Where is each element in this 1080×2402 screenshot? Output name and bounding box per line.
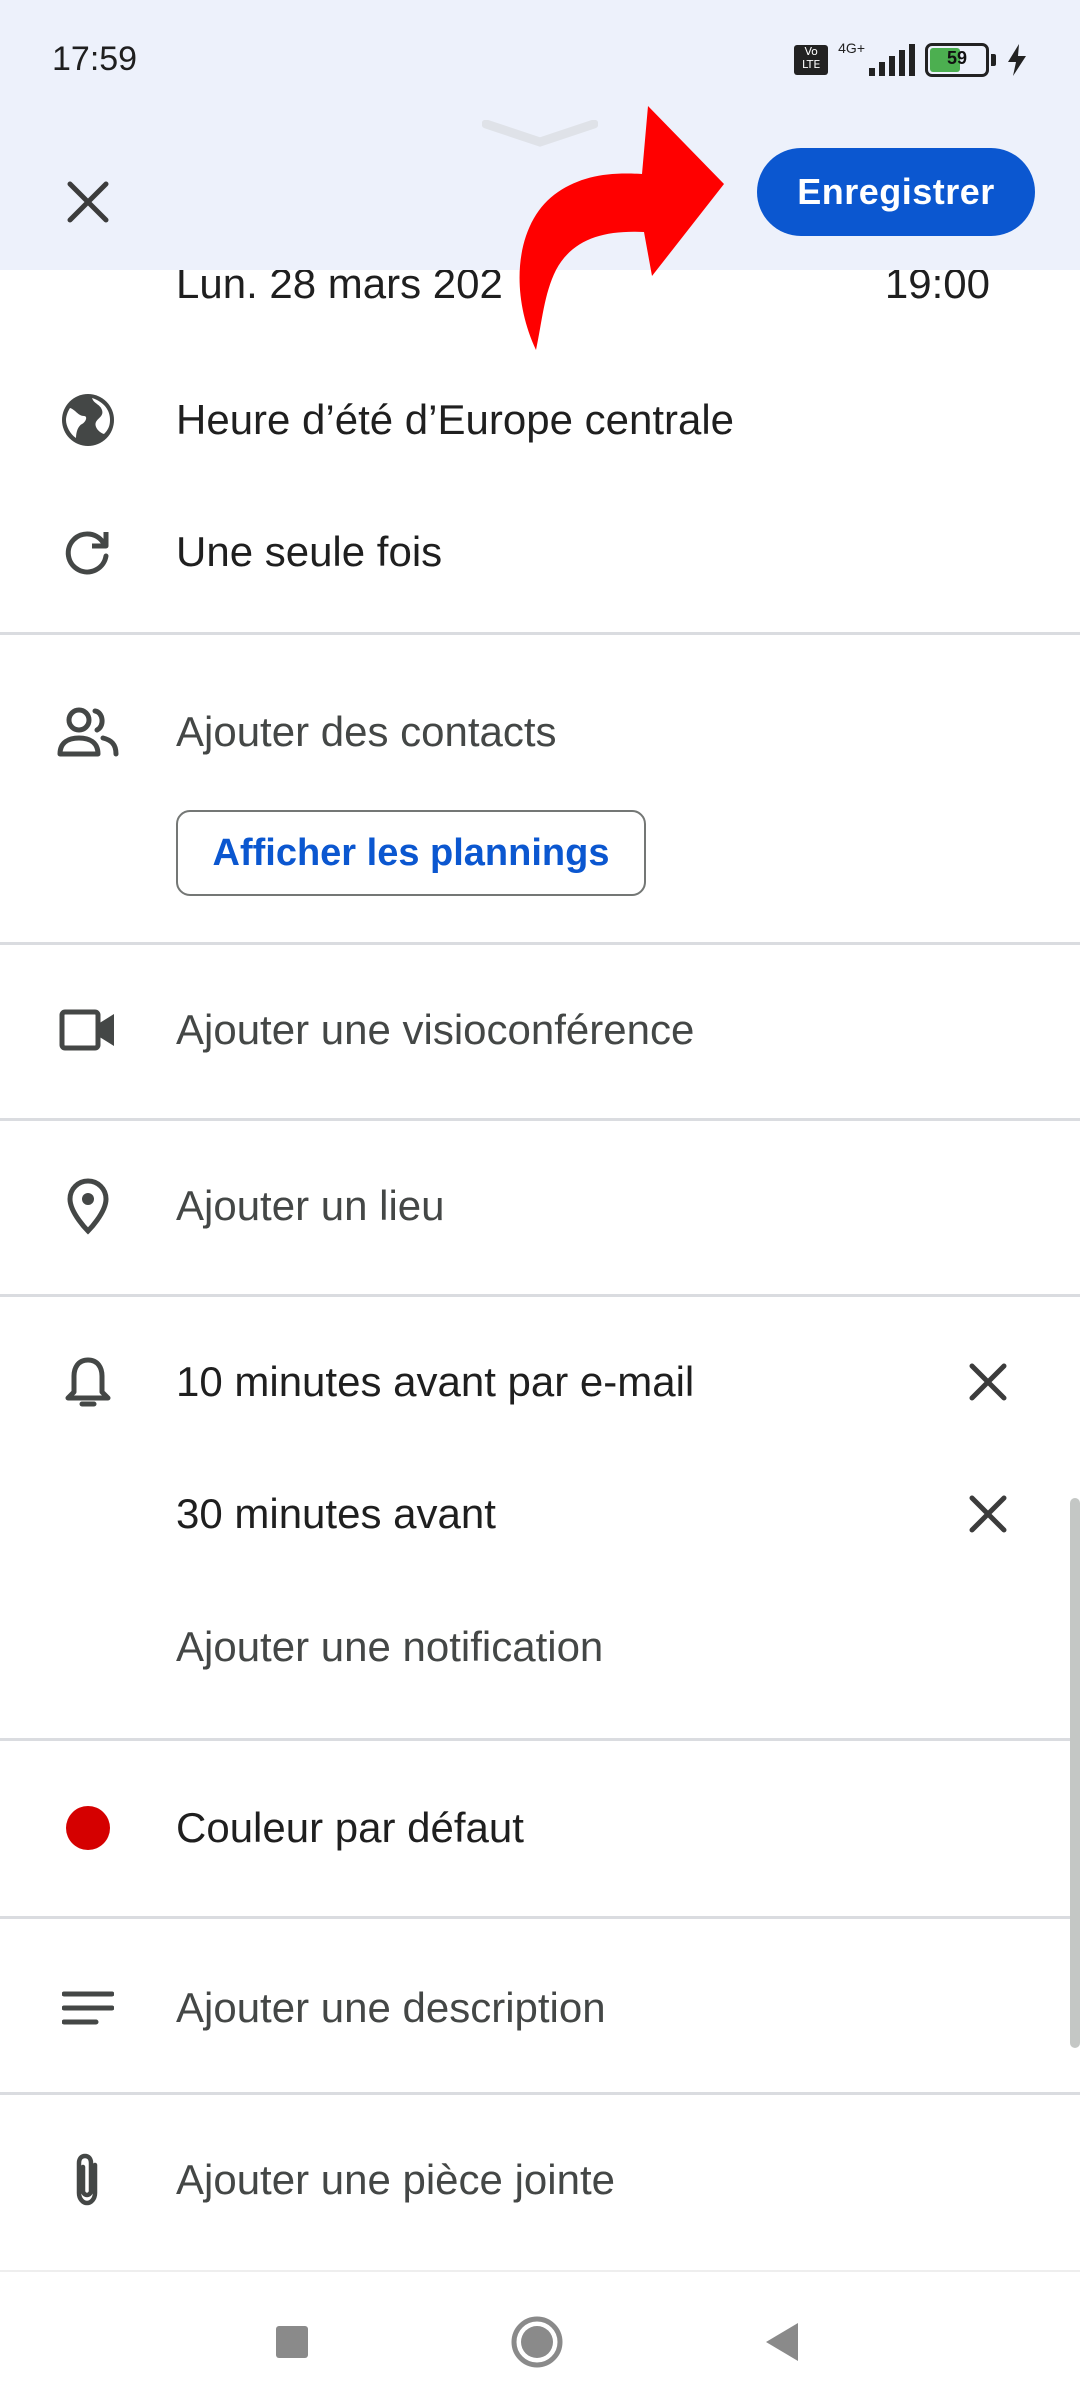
color-dot-icon bbox=[56, 1796, 120, 1860]
close-icon bbox=[969, 1363, 1007, 1401]
repeat-label: Une seule fois bbox=[176, 528, 443, 575]
color-label: Couleur par défaut bbox=[176, 1804, 524, 1851]
divider bbox=[0, 1118, 1080, 1121]
divider bbox=[0, 1916, 1080, 1919]
notes-icon bbox=[56, 1976, 120, 2040]
circle-icon bbox=[511, 2316, 563, 2368]
add-attachment-label: Ajouter une pièce jointe bbox=[176, 2156, 615, 2203]
charging-icon bbox=[1008, 44, 1026, 76]
status-bar: 17:59 Vo LTE 4G+ 59 bbox=[0, 0, 1080, 120]
event-start-row[interactable]: Lun. 28 mars 202 19:00 bbox=[0, 270, 1080, 330]
back-button[interactable] bbox=[752, 2312, 812, 2372]
remove-notification-button[interactable] bbox=[956, 1350, 1020, 1414]
battery-icon: 59 bbox=[925, 43, 989, 77]
event-date[interactable]: Lun. 28 mars 202 bbox=[176, 270, 503, 308]
volte-icon: Vo LTE bbox=[794, 45, 829, 75]
divider bbox=[0, 2092, 1080, 2095]
add-notification-label: Ajouter une notification bbox=[176, 1623, 604, 1670]
add-description-label: Ajouter une description bbox=[176, 1984, 606, 2031]
add-contacts-label: Ajouter des contacts bbox=[176, 708, 557, 755]
triangle-back-icon bbox=[766, 2323, 798, 2361]
scrollbar[interactable] bbox=[1070, 1498, 1080, 2048]
timezone-label: Heure d’été d’Europe centrale bbox=[176, 396, 735, 443]
close-icon bbox=[969, 1495, 1007, 1533]
contacts-row[interactable]: Ajouter des contacts bbox=[0, 692, 1080, 772]
timezone-row[interactable]: Heure d’été d’Europe centrale bbox=[0, 380, 1080, 460]
remove-notification-button[interactable] bbox=[956, 1482, 1020, 1546]
show-schedules-button[interactable]: Afficher les plannings bbox=[176, 810, 646, 896]
add-location-label: Ajouter un lieu bbox=[176, 1182, 445, 1229]
divider bbox=[0, 1294, 1080, 1297]
attachment-row[interactable]: Ajouter une pièce jointe bbox=[0, 2140, 1080, 2220]
notification-label: 30 minutes avant bbox=[176, 1490, 496, 1537]
video-row[interactable]: Ajouter une visioconférence bbox=[0, 990, 1080, 1070]
video-camera-icon bbox=[56, 998, 120, 1062]
paperclip-icon bbox=[56, 2148, 120, 2212]
signal-icon bbox=[869, 44, 915, 76]
location-pin-icon bbox=[56, 1174, 120, 1238]
repeat-icon bbox=[56, 520, 120, 584]
drag-handle-icon[interactable] bbox=[482, 120, 598, 150]
system-nav-bar bbox=[0, 2270, 1080, 2402]
people-icon bbox=[56, 700, 120, 764]
color-swatch bbox=[66, 1806, 110, 1850]
bell-icon bbox=[56, 1350, 120, 1414]
network-type: 4G+ bbox=[838, 40, 865, 56]
add-notification-row[interactable]: Ajouter une notification bbox=[0, 1607, 1080, 1687]
notification-row[interactable]: 30 minutes avant bbox=[0, 1474, 1080, 1554]
battery-level: 59 bbox=[946, 48, 968, 68]
event-form: Lun. 28 mars 202 19:00 Heure d’été d’Eur… bbox=[0, 270, 1080, 2270]
repeat-row[interactable]: Une seule fois bbox=[0, 512, 1080, 592]
close-button[interactable] bbox=[48, 162, 128, 242]
divider bbox=[0, 632, 1080, 635]
globe-icon bbox=[56, 388, 120, 452]
battery-tip bbox=[991, 54, 996, 66]
close-icon bbox=[67, 181, 109, 223]
description-row[interactable]: Ajouter une description bbox=[0, 1968, 1080, 2048]
square-icon bbox=[276, 2326, 308, 2358]
status-time: 17:59 bbox=[52, 40, 138, 78]
home-button[interactable] bbox=[507, 2312, 567, 2372]
location-row[interactable]: Ajouter un lieu bbox=[0, 1166, 1080, 1246]
add-video-label: Ajouter une visioconférence bbox=[176, 1006, 695, 1053]
divider bbox=[0, 1738, 1080, 1741]
recents-button[interactable] bbox=[262, 2312, 322, 2372]
notification-label: 10 minutes avant par e-mail bbox=[176, 1358, 695, 1405]
color-row[interactable]: Couleur par défaut bbox=[0, 1788, 1080, 1868]
notification-row[interactable]: 10 minutes avant par e-mail bbox=[0, 1342, 1080, 1422]
status-icons: Vo LTE 4G+ 59 bbox=[794, 40, 1028, 80]
event-time[interactable]: 19:00 bbox=[885, 270, 990, 308]
save-button[interactable]: Enregistrer bbox=[757, 148, 1035, 236]
divider bbox=[0, 942, 1080, 945]
